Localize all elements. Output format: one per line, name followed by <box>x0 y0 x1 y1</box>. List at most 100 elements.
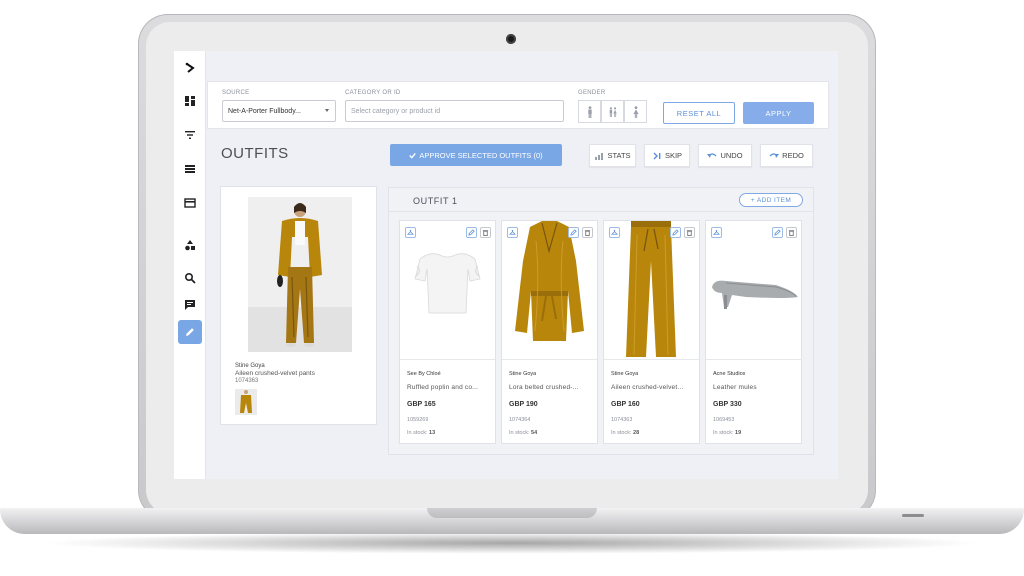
redo-icon <box>769 152 780 158</box>
stats-label: STATS <box>607 151 631 160</box>
item-image <box>502 221 597 359</box>
delete-icon[interactable] <box>684 227 695 238</box>
outfit-item-card[interactable]: Acne Studios Leather mules GBP 330 10694… <box>705 220 802 444</box>
outfit-item-card[interactable]: See By Chloé Ruffled poplin and co... GB… <box>399 220 496 444</box>
item-stock: In stock: 54 <box>509 430 538 436</box>
item-brand: See By Chloé <box>407 371 441 377</box>
main-product-id: 1074363 <box>235 378 259 384</box>
gender-female-button[interactable] <box>624 100 647 123</box>
item-price: GBP 190 <box>509 401 538 408</box>
redo-button[interactable]: REDO <box>760 144 813 167</box>
add-item-button[interactable]: + ADD ITEM <box>739 193 803 207</box>
item-brand: Stine Goya <box>509 371 537 377</box>
item-stock: In stock: 13 <box>407 430 436 436</box>
laptop-notch <box>427 508 597 518</box>
hanger-icon[interactable] <box>405 227 416 238</box>
edit-item-icon[interactable] <box>466 227 477 238</box>
outfit-title: OUTFIT 1 <box>413 196 458 206</box>
main-product-image <box>248 197 352 352</box>
reset-all-button[interactable]: RESET ALL <box>663 102 735 124</box>
search-icon[interactable] <box>178 266 202 290</box>
camera-icon <box>506 34 516 44</box>
skip-button[interactable]: SKIP <box>644 144 690 167</box>
item-id: 1074363 <box>611 417 633 423</box>
delete-icon[interactable] <box>480 227 491 238</box>
undo-button[interactable]: UNDO <box>698 144 752 167</box>
undo-label: UNDO <box>720 151 743 160</box>
stats-icon <box>595 152 604 160</box>
item-name: Ruffled poplin and co... <box>407 384 479 391</box>
hanger-icon[interactable] <box>507 227 518 238</box>
outfit-item-card[interactable]: Stine Goya Lora belted crushed-... GBP 1… <box>501 220 598 444</box>
item-name: Leather mules <box>713 384 757 391</box>
divider <box>502 359 597 360</box>
item-image <box>706 221 801 359</box>
category-input[interactable]: Select category or product id <box>345 100 564 122</box>
check-icon <box>409 152 417 159</box>
gender-male-button[interactable] <box>578 100 601 123</box>
undo-icon <box>707 152 717 158</box>
redo-label: REDO <box>782 151 804 160</box>
main-product-brand: Stine Goya <box>235 363 265 369</box>
source-label: SOURCE <box>222 90 250 96</box>
list-icon[interactable] <box>178 157 202 181</box>
hanger-icon[interactable] <box>609 227 620 238</box>
outfit-panel: OUTFIT 1 + ADD ITEM See By Chloé Ruffled… <box>388 187 814 455</box>
page-title: OUTFITS <box>221 145 289 162</box>
item-name: Aileen crushed-velvet... <box>611 384 684 391</box>
dashboard-icon[interactable] <box>178 89 202 113</box>
approve-label: APPROVE SELECTED OUTFITS (0) <box>419 150 543 160</box>
delete-icon[interactable] <box>582 227 593 238</box>
source-select[interactable]: Net-A-Porter Fullbody... <box>222 100 336 122</box>
laptop-indicator <box>902 514 924 517</box>
unisex-icon <box>609 106 617 117</box>
shapes-icon[interactable] <box>178 233 202 257</box>
item-name: Lora belted crushed-... <box>509 384 579 391</box>
source-value: Net-A-Porter Fullbody... <box>228 107 302 115</box>
outfit-item-card[interactable]: Stine Goya Aileen crushed-velvet... GBP … <box>603 220 700 444</box>
stats-button[interactable]: STATS <box>589 144 636 167</box>
item-brand: Acne Studios <box>713 371 746 377</box>
item-price: GBP 330 <box>713 401 742 408</box>
skip-icon <box>653 152 661 159</box>
card-icon[interactable] <box>178 191 202 215</box>
item-price: GBP 160 <box>611 401 640 408</box>
delete-icon[interactable] <box>786 227 797 238</box>
item-id: 1069453 <box>713 417 735 423</box>
filter-icon[interactable] <box>178 123 202 147</box>
laptop-shadow <box>40 532 984 554</box>
item-image <box>604 221 699 359</box>
main-product-thumbnail[interactable] <box>235 389 257 415</box>
outfit-header: OUTFIT 1 + ADD ITEM <box>389 188 813 212</box>
skip-label: SKIP <box>664 151 683 160</box>
sidebar <box>174 51 206 479</box>
app-screen: SOURCE Net-A-Porter Fullbody... CATEGORY… <box>174 51 838 479</box>
edit-item-icon[interactable] <box>568 227 579 238</box>
edit-item-icon[interactable] <box>670 227 681 238</box>
female-icon <box>633 105 638 118</box>
divider <box>604 359 699 360</box>
chevron-down-icon <box>325 109 329 112</box>
item-brand: Stine Goya <box>611 371 639 377</box>
category-placeholder: Select category or product id <box>351 107 441 115</box>
item-stock: In stock: 28 <box>611 430 640 436</box>
filter-bar: SOURCE Net-A-Porter Fullbody... CATEGORY… <box>207 81 829 129</box>
logo-icon[interactable] <box>178 56 202 80</box>
gender-label: GENDER <box>578 90 606 96</box>
approve-selected-button[interactable]: APPROVE SELECTED OUTFITS (0) <box>390 144 562 166</box>
edit-icon[interactable] <box>178 320 202 344</box>
apply-button[interactable]: APPLY <box>743 102 814 124</box>
category-label: CATEGORY OR ID <box>345 90 401 96</box>
male-icon <box>587 105 592 118</box>
item-id: 1059269 <box>407 417 429 423</box>
item-image <box>400 221 495 359</box>
divider <box>706 359 801 360</box>
gender-unisex-button[interactable] <box>601 100 624 123</box>
comment-icon[interactable] <box>178 293 202 317</box>
edit-item-icon[interactable] <box>772 227 783 238</box>
main-product-card[interactable]: Stine Goya Aileen crushed-velvet pants 1… <box>220 186 377 425</box>
item-stock: In stock: 19 <box>713 430 742 436</box>
hanger-icon[interactable] <box>711 227 722 238</box>
item-id: 1074364 <box>509 417 531 423</box>
item-price: GBP 165 <box>407 401 436 408</box>
